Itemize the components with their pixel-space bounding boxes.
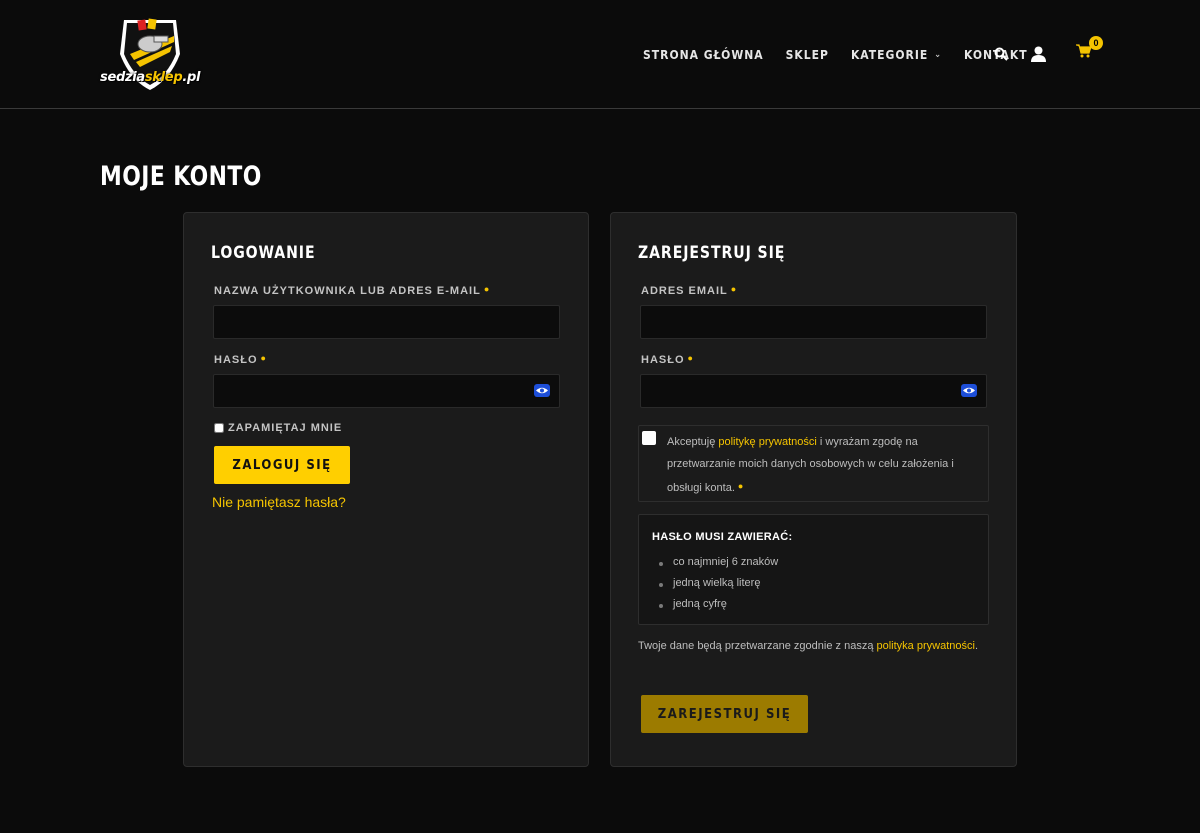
username-input[interactable] [213,305,560,339]
privacy-policy-link[interactable]: politykę prywatności [718,436,816,448]
nav-item-label: KATEGORIE [850,48,929,62]
site-header: sedziasklep.pl STRONA GŁÓWNA SKLEP KATEG… [0,0,1200,109]
privacy-consent-checkbox[interactable] [642,431,656,445]
search-icon[interactable] [994,47,1008,66]
register-title: ZAREJESTRUJ SIĘ [638,243,786,263]
remember-me-label: ZAPAMIĘTAJ MNIE [228,422,343,434]
privacy-consent: Akceptuję politykę prywatności i wyrażam… [638,425,989,502]
email-label: ADRES EMAIL ● [641,284,738,297]
email-input[interactable] [640,305,987,339]
nav-item-categories[interactable]: KATEGORIE ⌄ [851,48,942,62]
login-title: LOGOWANIE [211,243,316,263]
remember-me[interactable]: ZAPAMIĘTAJ MNIE [214,422,342,434]
required-marker: ● [687,353,694,363]
nav-item-shop[interactable]: SKLEP [786,48,829,62]
required-marker: ● [730,284,738,294]
list-item: jedną cyfrę [659,594,778,615]
main-nav: STRONA GŁÓWNA SKLEP KATEGORIE ⌄ KONTAKT [643,47,1028,63]
list-item: jedną wielką literę [659,573,778,594]
user-icon[interactable] [1031,46,1046,67]
register-password-label: HASŁO ● [641,353,694,366]
login-panel: LOGOWANIE NAZWA UŻYTKOWNIKA LUB ADRES E-… [183,212,589,767]
page-title: MOJE KONTO [100,161,262,192]
register-password-input[interactable] [640,374,987,408]
required-marker: ● [737,481,744,491]
site-logo[interactable]: sedziasklep.pl [100,14,200,94]
privacy-consent-text: Akceptuję politykę prywatności i wyrażam… [667,436,954,494]
privacy-note: Twoje dane będą przetwarzane zgodnie z n… [638,640,978,652]
login-button[interactable]: ZALOGUJ SIĘ [214,446,350,484]
password-requirements-list: co najmniej 6 znaków jedną wielką literę… [659,552,778,615]
show-password-icon[interactable] [961,384,977,397]
password-requirements-title: HASŁO MUSI ZAWIERAĆ: [652,531,793,543]
logo-wordmark: sedziasklep.pl [100,70,201,85]
chevron-down-icon: ⌄ [934,50,943,60]
password-label: HASŁO ● [214,353,267,366]
password-requirements: HASŁO MUSI ZAWIERAĆ: co najmniej 6 znakó… [638,514,989,625]
list-item: co najmniej 6 znaków [659,552,778,573]
required-marker: ● [483,284,491,294]
register-panel: ZAREJESTRUJ SIĘ ADRES EMAIL ● HASŁO ● Akce… [610,212,1017,767]
nav-item-label: SKLEP [785,48,829,62]
required-marker: ● [260,353,267,363]
nav-item-label: STRONA GŁÓWNA [643,48,764,62]
password-input[interactable] [213,374,560,408]
register-button[interactable]: ZAREJESTRUJ SIĘ [641,695,808,733]
show-password-icon[interactable] [534,384,550,397]
nav-item-home[interactable]: STRONA GŁÓWNA [643,48,764,62]
remember-me-checkbox[interactable] [214,423,224,433]
username-label: NAZWA UŻYTKOWNIKA LUB ADRES E-MAIL ● [214,284,491,297]
cart-count-badge: 0 [1089,36,1103,50]
privacy-note-link[interactable]: polityka prywatności [877,640,975,652]
forgot-password-link[interactable]: Nie pamiętasz hasła? [212,494,346,510]
